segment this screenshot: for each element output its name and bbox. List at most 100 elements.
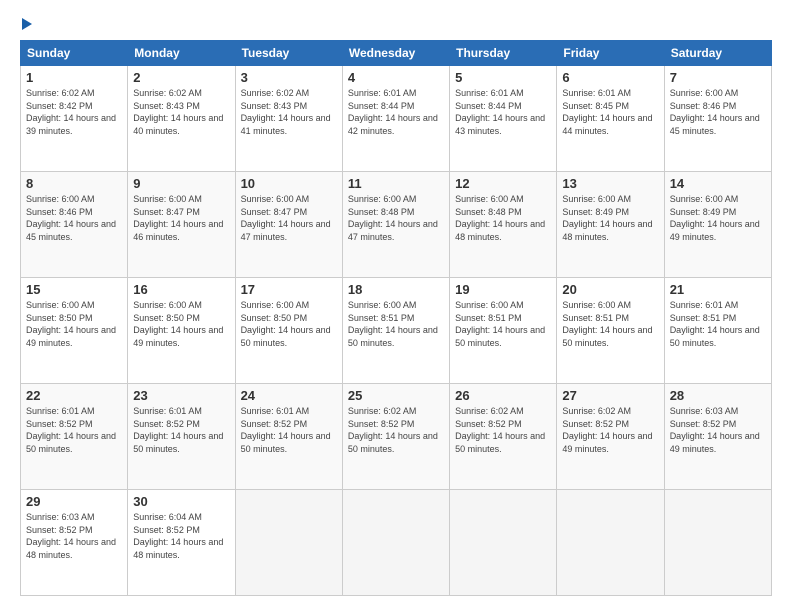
day-number: 5 (455, 70, 551, 85)
header (20, 16, 772, 30)
calendar-cell: 13 Sunrise: 6:00 AMSunset: 8:49 PMDayligh… (557, 172, 664, 278)
calendar-cell: 21 Sunrise: 6:01 AMSunset: 8:51 PMDayligh… (664, 278, 771, 384)
week-row-5: 29 Sunrise: 6:03 AMSunset: 8:52 PMDayligh… (21, 490, 772, 596)
calendar-cell (557, 490, 664, 596)
day-info: Sunrise: 6:00 AMSunset: 8:48 PMDaylight:… (455, 193, 551, 243)
calendar-cell: 2Sunrise: 6:02 AMSunset: 8:43 PMDaylight… (128, 66, 235, 172)
calendar-cell: 18 Sunrise: 6:00 AMSunset: 8:51 PMDayligh… (342, 278, 449, 384)
day-number: 23 (133, 388, 229, 403)
day-header-thursday: Thursday (450, 41, 557, 66)
day-header-wednesday: Wednesday (342, 41, 449, 66)
day-info: Sunrise: 6:02 AMSunset: 8:43 PMDaylight:… (133, 87, 229, 137)
week-row-1: 1 Sunrise: 6:02 AMSunset: 8:42 PMDaylight… (21, 66, 772, 172)
day-info: Sunrise: 6:00 AMSunset: 8:51 PMDaylight:… (348, 299, 444, 349)
calendar-cell: 26 Sunrise: 6:02 AMSunset: 8:52 PMDayligh… (450, 384, 557, 490)
calendar-cell: 11 Sunrise: 6:00 AMSunset: 8:48 PMDayligh… (342, 172, 449, 278)
day-info: Sunrise: 6:01 AMSunset: 8:52 PMDaylight:… (26, 405, 122, 455)
day-info: Sunrise: 6:00 AMSunset: 8:49 PMDaylight:… (562, 193, 658, 243)
calendar-cell: 10Sunrise: 6:00 AMSunset: 8:47 PMDayligh… (235, 172, 342, 278)
calendar-cell: 14 Sunrise: 6:00 AMSunset: 8:49 PMDayligh… (664, 172, 771, 278)
week-row-4: 22 Sunrise: 6:01 AMSunset: 8:52 PMDayligh… (21, 384, 772, 490)
calendar-cell: 27Sunrise: 6:02 AMSunset: 8:52 PMDayligh… (557, 384, 664, 490)
day-info: Sunrise: 6:02 AMSunset: 8:52 PMDaylight:… (455, 405, 551, 455)
day-number: 26 (455, 388, 551, 403)
calendar-cell: 8 Sunrise: 6:00 AMSunset: 8:46 PMDaylight… (21, 172, 128, 278)
calendar-cell (342, 490, 449, 596)
calendar-cell: 30 Sunrise: 6:04 AMSunset: 8:52 PMDayligh… (128, 490, 235, 596)
calendar-table: SundayMondayTuesdayWednesdayThursdayFrid… (20, 40, 772, 596)
day-number: 9 (133, 176, 229, 191)
calendar-cell: 6Sunrise: 6:01 AMSunset: 8:45 PMDaylight… (557, 66, 664, 172)
day-info: Sunrise: 6:01 AMSunset: 8:52 PMDaylight:… (241, 405, 337, 455)
calendar-cell (235, 490, 342, 596)
day-number: 10 (241, 176, 337, 191)
header-row: SundayMondayTuesdayWednesdayThursdayFrid… (21, 41, 772, 66)
day-number: 3 (241, 70, 337, 85)
calendar-cell: 9 Sunrise: 6:00 AMSunset: 8:47 PMDaylight… (128, 172, 235, 278)
day-info: Sunrise: 6:00 AMSunset: 8:49 PMDaylight:… (670, 193, 766, 243)
calendar-cell: 16 Sunrise: 6:00 AMSunset: 8:50 PMDayligh… (128, 278, 235, 384)
calendar-cell (664, 490, 771, 596)
day-info: Sunrise: 6:02 AMSunset: 8:52 PMDaylight:… (348, 405, 444, 455)
day-number: 18 (348, 282, 444, 297)
day-header-sunday: Sunday (21, 41, 128, 66)
day-number: 28 (670, 388, 766, 403)
day-info: Sunrise: 6:02 AMSunset: 8:43 PMDaylight:… (241, 87, 337, 137)
day-info: Sunrise: 6:00 AMSunset: 8:50 PMDaylight:… (26, 299, 122, 349)
day-header-saturday: Saturday (664, 41, 771, 66)
day-number: 13 (562, 176, 658, 191)
calendar-cell: 4Sunrise: 6:01 AMSunset: 8:44 PMDaylight… (342, 66, 449, 172)
calendar-cell: 29 Sunrise: 6:03 AMSunset: 8:52 PMDayligh… (21, 490, 128, 596)
calendar-cell: 12 Sunrise: 6:00 AMSunset: 8:48 PMDayligh… (450, 172, 557, 278)
day-header-monday: Monday (128, 41, 235, 66)
calendar-cell: 25 Sunrise: 6:02 AMSunset: 8:52 PMDayligh… (342, 384, 449, 490)
calendar-cell: 24Sunrise: 6:01 AMSunset: 8:52 PMDayligh… (235, 384, 342, 490)
day-info: Sunrise: 6:01 AMSunset: 8:44 PMDaylight:… (455, 87, 551, 137)
day-info: Sunrise: 6:00 AMSunset: 8:46 PMDaylight:… (26, 193, 122, 243)
calendar-cell: 15 Sunrise: 6:00 AMSunset: 8:50 PMDayligh… (21, 278, 128, 384)
day-number: 16 (133, 282, 229, 297)
calendar-cell: 7Sunrise: 6:00 AMSunset: 8:46 PMDaylight… (664, 66, 771, 172)
day-header-friday: Friday (557, 41, 664, 66)
day-info: Sunrise: 6:02 AMSunset: 8:52 PMDaylight:… (562, 405, 658, 455)
day-number: 30 (133, 494, 229, 509)
day-info: Sunrise: 6:03 AMSunset: 8:52 PMDaylight:… (670, 405, 766, 455)
day-number: 1 (26, 70, 122, 85)
day-number: 17 (241, 282, 337, 297)
day-info: Sunrise: 6:04 AMSunset: 8:52 PMDaylight:… (133, 511, 229, 561)
week-row-3: 15 Sunrise: 6:00 AMSunset: 8:50 PMDayligh… (21, 278, 772, 384)
calendar-cell: 28 Sunrise: 6:03 AMSunset: 8:52 PMDayligh… (664, 384, 771, 490)
day-info: Sunrise: 6:01 AMSunset: 8:45 PMDaylight:… (562, 87, 658, 137)
calendar-cell: 20Sunrise: 6:00 AMSunset: 8:51 PMDayligh… (557, 278, 664, 384)
day-number: 25 (348, 388, 444, 403)
day-info: Sunrise: 6:00 AMSunset: 8:47 PMDaylight:… (133, 193, 229, 243)
day-info: Sunrise: 6:01 AMSunset: 8:44 PMDaylight:… (348, 87, 444, 137)
day-number: 12 (455, 176, 551, 191)
day-number: 19 (455, 282, 551, 297)
day-header-tuesday: Tuesday (235, 41, 342, 66)
day-info: Sunrise: 6:00 AMSunset: 8:51 PMDaylight:… (562, 299, 658, 349)
day-number: 29 (26, 494, 122, 509)
week-row-2: 8 Sunrise: 6:00 AMSunset: 8:46 PMDaylight… (21, 172, 772, 278)
day-number: 8 (26, 176, 122, 191)
day-info: Sunrise: 6:01 AMSunset: 8:51 PMDaylight:… (670, 299, 766, 349)
day-info: Sunrise: 6:00 AMSunset: 8:48 PMDaylight:… (348, 193, 444, 243)
calendar-cell (450, 490, 557, 596)
day-number: 21 (670, 282, 766, 297)
day-info: Sunrise: 6:01 AMSunset: 8:52 PMDaylight:… (133, 405, 229, 455)
calendar-cell: 1 Sunrise: 6:02 AMSunset: 8:42 PMDaylight… (21, 66, 128, 172)
day-info: Sunrise: 6:00 AMSunset: 8:46 PMDaylight:… (670, 87, 766, 137)
day-info: Sunrise: 6:03 AMSunset: 8:52 PMDaylight:… (26, 511, 122, 561)
calendar-cell: 22 Sunrise: 6:01 AMSunset: 8:52 PMDayligh… (21, 384, 128, 490)
calendar-cell: 3 Sunrise: 6:02 AMSunset: 8:43 PMDaylight… (235, 66, 342, 172)
calendar-cell: 17 Sunrise: 6:00 AMSunset: 8:50 PMDayligh… (235, 278, 342, 384)
logo (20, 16, 32, 30)
day-number: 14 (670, 176, 766, 191)
day-info: Sunrise: 6:00 AMSunset: 8:50 PMDaylight:… (241, 299, 337, 349)
calendar-cell: 19Sunrise: 6:00 AMSunset: 8:51 PMDayligh… (450, 278, 557, 384)
day-number: 15 (26, 282, 122, 297)
day-info: Sunrise: 6:00 AMSunset: 8:50 PMDaylight:… (133, 299, 229, 349)
day-number: 22 (26, 388, 122, 403)
day-number: 11 (348, 176, 444, 191)
day-info: Sunrise: 6:02 AMSunset: 8:42 PMDaylight:… (26, 87, 122, 137)
